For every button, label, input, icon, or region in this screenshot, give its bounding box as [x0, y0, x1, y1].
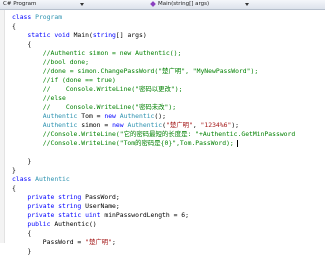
chevron-down-icon[interactable] [80, 3, 84, 6]
code-line-22: { [12, 184, 16, 193]
code-token: Tom = [77, 112, 105, 120]
code-token: , [192, 121, 201, 129]
code-line-13: Authentic simon = new Authentic("楚广明", "… [12, 121, 239, 130]
code-line-1: class Program [12, 13, 62, 22]
member-dropdown[interactable]: Main(string[] args) [150, 1, 250, 8]
code-token: PassWord = [12, 238, 86, 246]
code-token: new [112, 121, 124, 129]
code-token: //done = simon.ChangePassWord("楚广明", "My… [12, 67, 259, 75]
code-token: ); [231, 121, 240, 129]
code-line-21: class Authentic [12, 175, 70, 184]
code-token: // Console.WriteLine("密码未改"); [12, 103, 177, 111]
code-token: //Console.WriteLine("它的密码最短的长度是: "+Authe… [12, 130, 296, 138]
code-token: } [12, 166, 16, 174]
code-line-12: Authentic Tom = new Authentic(); [12, 112, 166, 121]
navigation-bar: C# Program Main(string[] args) [0, 0, 325, 10]
code-line-23: private string PassWord; [12, 193, 120, 202]
code-token: Authentic() [50, 220, 97, 228]
code-token: //else [12, 94, 66, 102]
code-line-8: //if (done == true) [12, 76, 116, 85]
code-line-4: { [12, 40, 31, 49]
code-token: Authentic [127, 121, 163, 129]
class-dropdown[interactable]: C# Program [1, 1, 85, 8]
code-line-29: } [12, 247, 31, 256]
code-token: minPasswordLength = 6; [100, 211, 189, 219]
member-dropdown-value: Main(string[] args) [158, 1, 210, 7]
code-token: private string [27, 202, 82, 210]
code-token: //if (done == true) [12, 76, 116, 84]
code-token: { [12, 184, 16, 192]
code-line-3: static void Main(string[] args) [12, 31, 147, 40]
code-token: UserName; [81, 202, 120, 210]
code-line-10: //else [12, 94, 66, 103]
code-token: PassWord; [81, 193, 120, 201]
code-line-11: // Console.WriteLine("密码未改"); [12, 103, 176, 112]
code-token: } [12, 157, 32, 165]
code-token: (); [154, 112, 166, 120]
code-line-14: //Console.WriteLine("它的密码最短的长度是: "+Authe… [12, 130, 295, 139]
code-token: public [27, 220, 51, 228]
code-token: { [12, 40, 32, 48]
code-token: Authentic [42, 112, 78, 120]
code-token: Authentic [35, 175, 70, 183]
code-token: ; [111, 238, 116, 246]
code-line-20: } [12, 166, 16, 175]
chevron-down-icon[interactable] [245, 3, 249, 6]
code-token: //Console.WriteLine("Tom的密码是{0}",Tom.Pas… [12, 139, 234, 147]
code-token: } [12, 247, 32, 255]
code-token: private static uint [27, 211, 101, 219]
code-line-9: // Console.WriteLine("密码以更改"); [12, 85, 183, 94]
code-token: Authentic [42, 121, 78, 129]
code-token: //bool done; [12, 58, 89, 66]
code-line-24: private string UserName; [12, 202, 120, 211]
text-cursor [236, 139, 238, 147]
code-line-7: //done = simon.ChangePassWord("楚广明", "My… [12, 67, 258, 76]
code-line-27: { [12, 229, 31, 238]
code-line-26: public Authentic() [12, 220, 97, 229]
code-editor[interactable]: class Program { static void Main(string[… [0, 10, 325, 255]
code-line-5: //Authentic simon = new Authentic(); [12, 49, 182, 58]
code-token: [] args) [115, 31, 147, 39]
code-line-25: private static uint minPasswordLength = … [12, 211, 189, 220]
code-line-6: //bool done; [12, 58, 89, 67]
code-token: Authentic [119, 112, 155, 120]
code-token: class [12, 13, 32, 21]
code-token: // Console.WriteLine("密码以更改"); [12, 85, 183, 93]
code-line-19: } [12, 157, 31, 166]
code-line-15: //Console.WriteLine("Tom的密码是{0}",Tom.Pas… [12, 139, 238, 148]
class-dropdown-value: C# Program [3, 1, 37, 7]
code-token: "楚广明" [165, 121, 193, 129]
code-token: "1234%6" [200, 121, 232, 129]
code-token: { [12, 229, 32, 237]
code-token: { [12, 22, 16, 30]
code-token: Program [35, 13, 63, 21]
editor-gutter [0, 10, 5, 243]
code-token: private string [27, 193, 82, 201]
code-token: string [92, 31, 116, 39]
code-token: static void [27, 31, 70, 39]
method-icon [150, 1, 156, 7]
code-line-2: { [12, 22, 16, 31]
code-token: Main( [69, 31, 93, 39]
code-token: //Authentic simon = new Authentic(); [12, 49, 182, 57]
code-token: new [104, 112, 116, 120]
code-token: simon = [77, 121, 113, 129]
code-token: "楚广明" [85, 238, 112, 246]
code-token: class [12, 175, 32, 183]
